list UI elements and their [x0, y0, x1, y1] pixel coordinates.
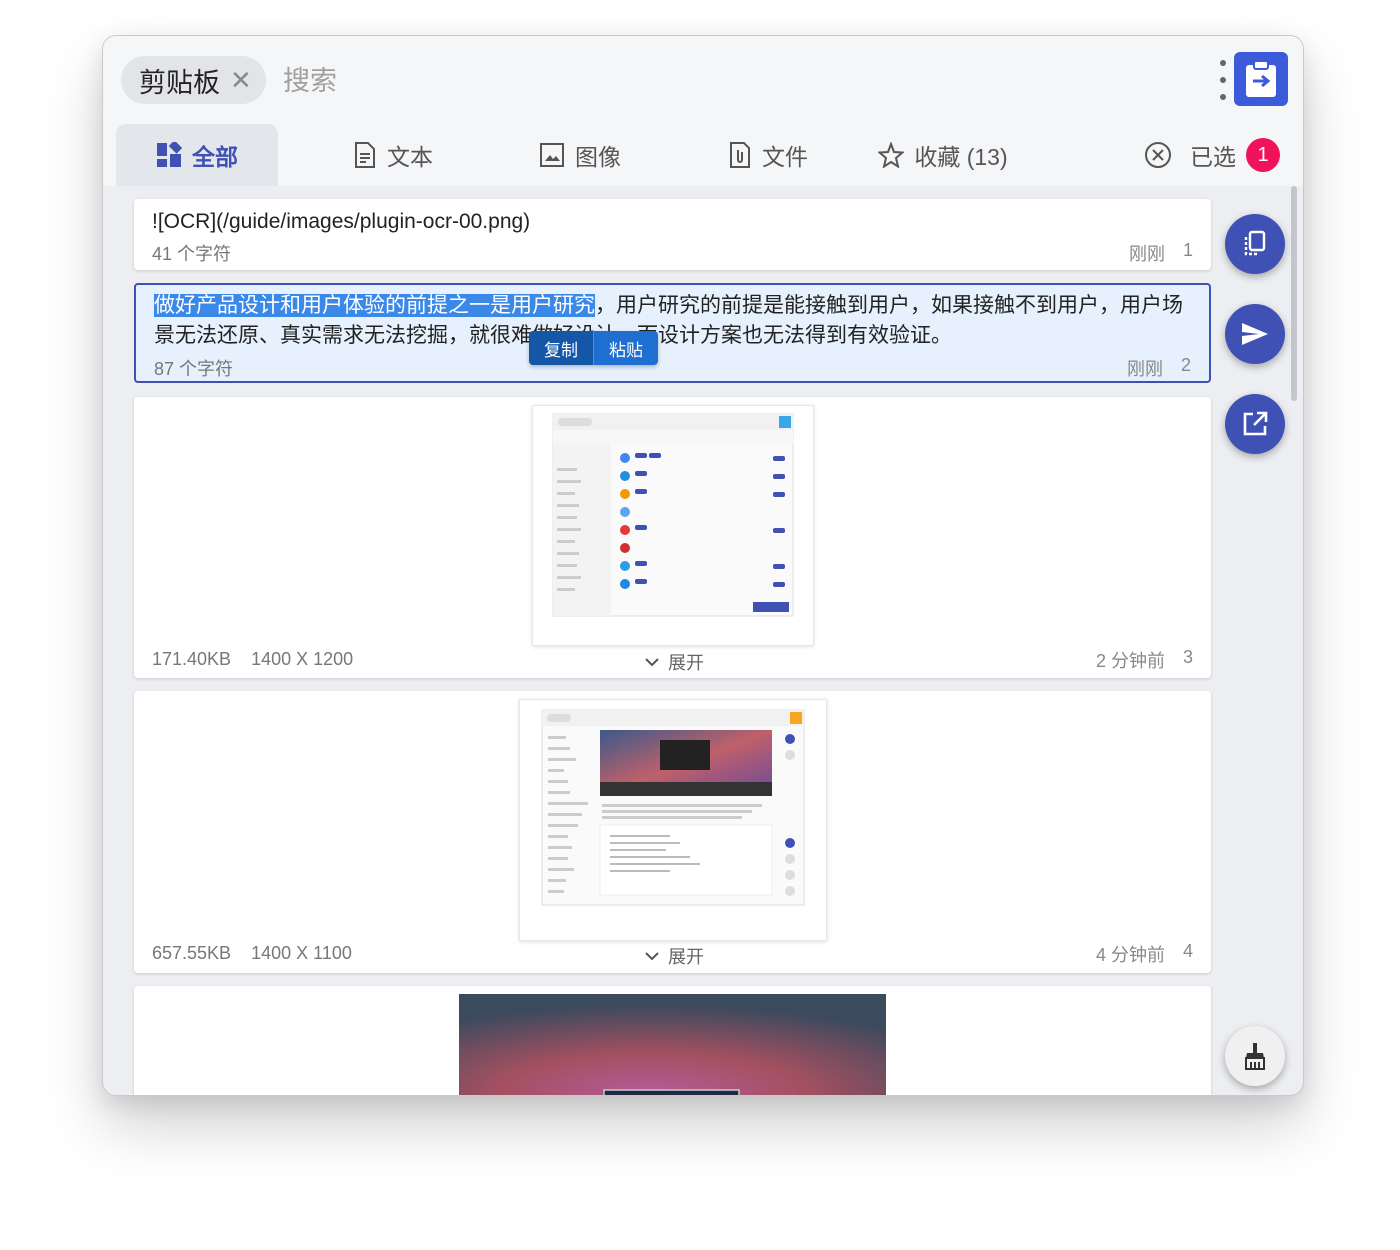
selected-label: 已选: [1190, 144, 1236, 170]
dashboard-icon: [157, 142, 182, 167]
list-item-image[interactable]: 171.40KB 1400 X 1200 展开 2 分钟前 3: [134, 397, 1211, 678]
expand-button[interactable]: 展开: [644, 943, 704, 969]
image-size: 171.40KB: [152, 649, 232, 669]
tab-image[interactable]: 图像: [505, 124, 655, 186]
item-text-rest: ，用户研究的前提是能接触到用户，如果接触不到用户，用户场: [595, 294, 1183, 317]
item-index: 1: [1182, 240, 1193, 260]
tab-label: 全部: [192, 144, 238, 170]
item-text-line-2: 景无法还原、真实需求无法挖掘，就很难做好设计，而设计方案也无法得到有效验证。: [154, 321, 1189, 351]
image-dimensions: 1400 X 1200: [251, 649, 354, 669]
tab-label: 图像: [575, 144, 621, 170]
image-info: 171.40KB 1400 X 1200: [152, 649, 353, 670]
clipboard-app-icon[interactable]: [1234, 52, 1288, 106]
document-icon: [355, 142, 375, 168]
tab-file[interactable]: 文件: [693, 124, 843, 186]
item-time: 刚刚: [1128, 244, 1165, 264]
chevron-down-icon: [645, 952, 659, 961]
clipboard-window: 剪贴板 ✕ 全部: [102, 35, 1304, 1096]
copy-icon: [1244, 230, 1266, 256]
scrollbar[interactable]: [1291, 186, 1297, 401]
star-icon: [878, 142, 905, 168]
image-dimensions: 1400 X 1100: [251, 943, 352, 963]
search-input[interactable]: [283, 60, 1083, 102]
item-index: 3: [1182, 647, 1193, 667]
chevron-down-icon: [645, 658, 659, 667]
send-fab[interactable]: [1225, 304, 1285, 364]
tab-favorites[interactable]: 收藏 (13): [868, 124, 1018, 186]
tab-all[interactable]: 全部: [116, 124, 278, 186]
tab-label: 文本: [387, 144, 433, 170]
open-in-new-icon: [1243, 411, 1268, 436]
list-item-image[interactable]: 657.55KB 1400 X 1100 展开 4 分钟前 4: [134, 691, 1211, 973]
tab-label: 文件: [762, 144, 808, 170]
selection-context-menu: 复制 粘贴: [529, 331, 658, 365]
header: 剪贴板 ✕ 全部: [103, 36, 1303, 186]
more-vert-icon[interactable]: [1213, 60, 1233, 100]
highlighted-text: 做好产品设计和用户体验的前提之一是用户研究: [154, 294, 595, 317]
tab-label: 收藏 (13): [914, 144, 1008, 170]
list-item-selected[interactable]: 做好产品设计和用户体验的前提之一是用户研究，用户研究的前提是能接触到用户，如果接…: [134, 283, 1211, 383]
chip-label: 剪贴板: [139, 67, 220, 98]
image-thumbnail[interactable]: [532, 405, 814, 646]
item-index: 2: [1180, 355, 1191, 375]
image-thumbnail[interactable]: [519, 699, 827, 941]
image-info: 657.55KB 1400 X 1100: [152, 943, 352, 964]
open-external-fab[interactable]: [1225, 394, 1285, 454]
selected-count-badge: 1: [1246, 138, 1280, 172]
image-size: 657.55KB: [152, 943, 232, 963]
close-icon[interactable]: ✕: [230, 67, 252, 93]
list-item-image[interactable]: [134, 986, 1211, 1095]
item-text-line-1: 做好产品设计和用户体验的前提之一是用户研究，用户研究的前提是能接触到用户，如果接…: [154, 291, 1189, 321]
image-thumbnail[interactable]: [459, 994, 886, 1095]
expand-label: 展开: [668, 653, 704, 673]
item-time: 刚刚: [1126, 359, 1163, 379]
list-item[interactable]: ![OCR](/guide/images/plugin-ocr-00.png) …: [134, 199, 1211, 270]
broom-icon: [1245, 1043, 1265, 1070]
cancel-circle-icon[interactable]: [1144, 141, 1172, 169]
expand-button[interactable]: 展开: [644, 649, 704, 675]
item-meta: 41 个字符: [152, 244, 232, 264]
item-time: 4 分钟前: [1095, 945, 1165, 965]
tab-text[interactable]: 文本: [318, 124, 468, 186]
clear-fab[interactable]: [1225, 1026, 1285, 1086]
copy-fab[interactable]: [1225, 214, 1285, 274]
expand-label: 展开: [668, 947, 704, 967]
copy-button[interactable]: 复制: [529, 331, 594, 365]
attachment-icon: [730, 142, 750, 168]
selected-filter[interactable]: 已选 1: [1137, 124, 1287, 186]
clipboard-chip[interactable]: 剪贴板 ✕: [121, 56, 266, 104]
item-meta: 87 个字符: [154, 359, 234, 379]
item-text: ![OCR](/guide/images/plugin-ocr-00.png): [152, 210, 531, 233]
paste-button[interactable]: 粘贴: [594, 331, 658, 365]
item-time: 2 分钟前: [1095, 651, 1165, 671]
item-index: 4: [1182, 941, 1193, 961]
clipboard-list: ![OCR](/guide/images/plugin-ocr-00.png) …: [103, 186, 1303, 1095]
image-icon: [540, 143, 564, 167]
send-icon: [1242, 323, 1268, 345]
